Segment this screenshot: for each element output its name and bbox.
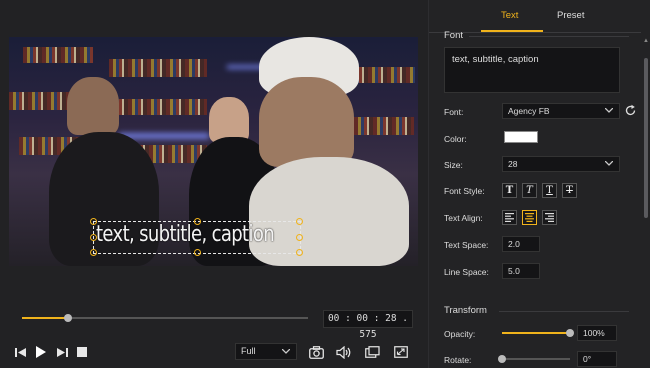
fullscreen-icon [394,346,408,358]
picture-in-picture-icon [364,346,380,358]
play-button[interactable] [35,344,47,360]
line-space-label: Line Space: [444,267,489,277]
color-label: Color: [444,134,467,144]
volume-icon [336,345,351,359]
skip-back-icon [15,347,26,357]
scrollbar-thumb[interactable] [644,58,648,218]
view-mode-value: Full [241,346,256,356]
skip-forward-icon [57,347,68,357]
reset-icon [625,104,636,116]
snapshot-button[interactable] [307,344,325,360]
resize-handle-right[interactable] [296,234,303,241]
align-right-button[interactable] [542,210,557,225]
pip-button[interactable] [363,344,381,360]
section-divider [499,311,629,312]
opacity-input[interactable]: 100% [577,325,617,341]
bookshelf [354,117,414,135]
rotate-input[interactable]: 0° [577,351,617,367]
bookshelf [23,47,93,63]
tab-preset[interactable]: Preset [557,10,584,21]
opacity-slider-handle[interactable] [566,329,574,337]
rotate-slider[interactable] [498,355,570,363]
bold-button[interactable]: T [502,183,517,198]
chevron-down-icon [605,161,613,166]
camera-icon [308,345,324,359]
line-space-input[interactable]: 5.0 [502,263,540,279]
resize-handle-top-right[interactable] [296,218,303,225]
volume-button[interactable] [335,344,353,360]
caption-box[interactable]: text, subtitle, caption [90,218,303,256]
section-divider [469,36,629,37]
font-select-value: Agency FB [508,106,550,116]
opacity-label: Opacity: [444,329,476,339]
video-preview: text, subtitle, caption [9,37,418,266]
scroll-up-icon[interactable]: ▲ [643,38,649,44]
panel-scrollbar[interactable]: ▲ [643,38,649,362]
color-swatch[interactable] [504,131,538,143]
resize-handle-bottom-right[interactable] [296,249,303,256]
align-left-icon [505,213,514,222]
person-left-head [67,77,119,135]
person-right-head [259,77,354,167]
text-align-label: Text Align: [444,213,483,223]
view-mode-select[interactable]: Full [235,343,297,360]
properties-panel: Text Preset Font text, subtitle, caption… [428,0,650,368]
text-space-input[interactable]: 2.0 [502,236,540,252]
seek-bar-handle[interactable] [64,314,72,322]
resize-handle-bottom-left[interactable] [90,249,97,256]
font-style-label: Font Style: [444,186,485,196]
chevron-down-icon [605,108,613,113]
align-left-button[interactable] [502,210,517,225]
text-space-label: Text Space: [444,240,489,250]
previous-frame-button[interactable] [14,344,28,360]
play-icon [36,346,46,358]
font-label: Font: [444,107,464,117]
stop-button[interactable] [76,344,88,360]
reset-font-button[interactable] [624,104,637,117]
italic-button[interactable]: T [522,183,537,198]
transform-section-title: Transform [444,305,487,316]
size-select-value: 28 [508,159,518,169]
font-select[interactable]: Agency FB [502,103,620,119]
size-label: Size: [444,160,463,170]
bookshelf [109,99,207,115]
tab-text[interactable]: Text [501,10,518,21]
stop-icon [77,347,87,357]
resize-handle-bottom[interactable] [194,249,201,256]
bookshelf [109,59,207,77]
timecode-display: 00 : 00 : 28 . 575 [323,310,413,340]
size-select[interactable]: 28 [502,156,620,172]
editor-window: text, subtitle, caption 00 : 00 : 28 . 5… [0,0,650,368]
panel-tabs: Text Preset [429,0,650,33]
underline-button[interactable]: T [542,183,557,198]
caption-text[interactable]: text, subtitle, caption [96,222,275,247]
fullscreen-button[interactable] [392,344,410,360]
align-right-icon [545,213,554,222]
resize-handle-top[interactable] [194,218,201,225]
rotate-label: Rotate: [444,355,472,365]
seek-bar-fill [22,317,68,319]
next-frame-button[interactable] [55,344,69,360]
font-section-title: Font [444,30,464,41]
opacity-slider-fill [502,332,570,334]
chevron-down-icon [282,349,290,354]
resize-handle-left[interactable] [90,234,97,241]
preview-area: text, subtitle, caption 00 : 00 : 28 . 5… [0,0,428,368]
caption-text-input[interactable]: text, subtitle, caption [444,47,620,93]
rotate-slider-handle[interactable] [498,355,506,363]
opacity-slider[interactable] [502,329,574,337]
align-center-icon [525,213,534,222]
strikethrough-button[interactable]: T [562,183,577,198]
seek-bar[interactable] [22,314,308,322]
resize-handle-top-left[interactable] [90,218,97,225]
align-center-button[interactable] [522,210,537,225]
